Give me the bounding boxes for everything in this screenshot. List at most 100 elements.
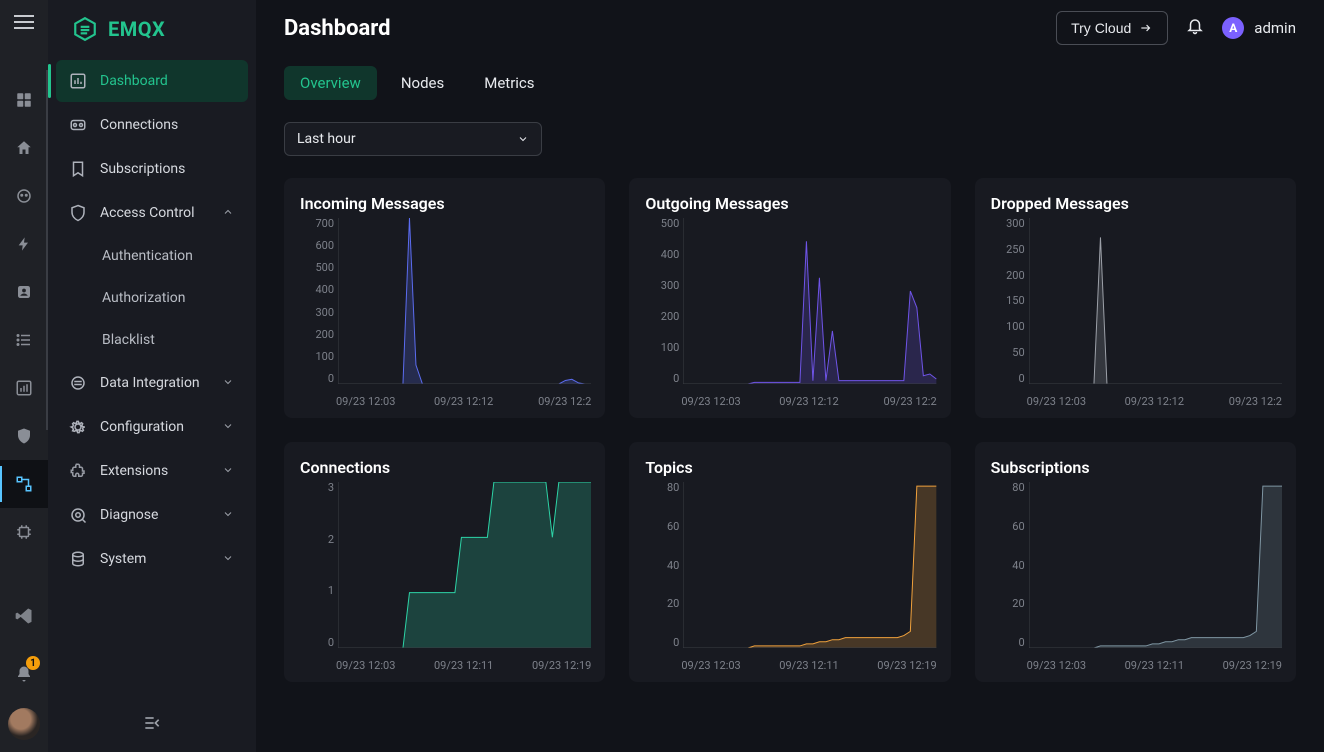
db-icon xyxy=(68,549,88,569)
chevron-down-icon xyxy=(222,376,236,390)
chart-card-dropped: Dropped Messages 300250200150100500 09/23… xyxy=(975,178,1296,418)
osbar-item-agent[interactable] xyxy=(0,172,48,220)
integ-icon xyxy=(68,373,88,393)
bell-icon[interactable] xyxy=(1186,17,1204,39)
eye-icon xyxy=(68,505,88,525)
chart-y-ticks: 3210 xyxy=(300,482,334,648)
sidebar-item-label: Dashboard xyxy=(100,73,168,89)
osbar-item-list[interactable] xyxy=(0,316,48,364)
user-name: admin xyxy=(1254,19,1296,37)
osbar-item-home[interactable] xyxy=(0,124,48,172)
sidebar-subitem-blacklist[interactable]: Blacklist xyxy=(56,320,248,360)
osbar-item-chip[interactable] xyxy=(0,508,48,556)
chart-x-ticks: 09/23 12:0309/23 12:1109/23 12:19 xyxy=(300,659,591,672)
sidebar-item-diag[interactable]: Diagnose xyxy=(56,494,248,536)
arrow-right-icon xyxy=(1139,21,1153,35)
time-range-select[interactable]: Last hour xyxy=(284,122,542,156)
os-activity-bar: 1 xyxy=(0,0,48,752)
sidebar-item-accesscontrol[interactable]: Access Control xyxy=(56,192,248,234)
chart-plot[interactable] xyxy=(1029,218,1282,384)
chart-card-subscriptions: Subscriptions 806040200 09/23 12:0309/23 … xyxy=(975,442,1296,682)
puzzle-icon xyxy=(68,461,88,481)
tab-metrics[interactable]: Metrics xyxy=(468,66,550,100)
sidebar-item-system[interactable]: System xyxy=(56,538,248,580)
osbar-item-vscode[interactable] xyxy=(0,592,48,640)
sidebar-item-dashboard[interactable]: Dashboard xyxy=(56,60,248,102)
app-sidebar: EMQX Dashboard Connections Subscriptions… xyxy=(48,0,256,752)
sidebar-item-label: Diagnose xyxy=(100,507,158,523)
chart-x-ticks: 09/23 12:0309/23 12:1209/23 12:2 xyxy=(300,395,591,408)
sidebar-collapse-button[interactable] xyxy=(48,702,256,744)
charts-grid: Incoming Messages7006005004003002001000 … xyxy=(256,156,1324,710)
chart-y-ticks: 806040200 xyxy=(991,482,1025,648)
try-cloud-button[interactable]: Try Cloud xyxy=(1056,11,1168,45)
sidebar-subitem-authz[interactable]: Authorization xyxy=(56,278,248,318)
chart-plot[interactable] xyxy=(1029,482,1282,648)
chevron-down-icon xyxy=(222,420,236,434)
chart-y-ticks: 300250200150100500 xyxy=(991,218,1025,384)
user-menu[interactable]: A admin xyxy=(1222,17,1296,39)
page-header: Dashboard Try Cloud A admin xyxy=(256,0,1324,56)
tab-overview[interactable]: Overview xyxy=(284,66,377,100)
chart-y-ticks: 7006005004003002001000 xyxy=(300,218,334,384)
chart-x-ticks: 09/23 12:0309/23 12:1209/23 12:2 xyxy=(645,395,936,408)
chart-title: Connections xyxy=(300,458,589,477)
chart-x-ticks: 09/23 12:0309/23 12:1109/23 12:19 xyxy=(645,659,936,672)
sidebar-item-label: System xyxy=(100,551,146,567)
osbar-item-flow[interactable] xyxy=(0,460,48,508)
sidebar-item-label: Extensions xyxy=(100,463,168,479)
chart-y-ticks: 806040200 xyxy=(645,482,679,648)
sidebar-item-config[interactable]: Configuration xyxy=(56,406,248,448)
brand[interactable]: EMQX xyxy=(48,16,256,60)
chevron-up-icon xyxy=(222,206,236,220)
try-cloud-label: Try Cloud xyxy=(1071,20,1131,36)
brand-name: EMQX xyxy=(108,17,165,41)
osbar-item-user[interactable] xyxy=(0,268,48,316)
chart-x-ticks: 09/23 12:0309/23 12:1109/23 12:19 xyxy=(991,659,1282,672)
user-avatar: A xyxy=(1222,17,1244,39)
chart-plot[interactable] xyxy=(683,218,936,384)
chart-card-outgoing: Outgoing Messages 5004003002001000 09/23 … xyxy=(629,178,950,418)
sidebar-item-label: Connections xyxy=(100,117,178,133)
sidebar-item-dataint[interactable]: Data Integration xyxy=(56,362,248,404)
sidebar-item-ext[interactable]: Extensions xyxy=(56,450,248,492)
chevron-down-icon xyxy=(222,464,236,478)
sidebar-item-label: Data Integration xyxy=(100,375,200,391)
link-icon xyxy=(68,115,88,135)
osbar-item-analytics[interactable] xyxy=(0,364,48,412)
sidebar-subitem-authn[interactable]: Authentication xyxy=(56,236,248,276)
chart-icon xyxy=(68,71,88,91)
nav: Dashboard Connections Subscriptions Acce… xyxy=(48,60,256,580)
chart-title: Topics xyxy=(645,458,934,477)
sidebar-item-label: Configuration xyxy=(100,419,184,435)
chart-card-connections: Connections 3210 09/23 12:0309/23 12:1109… xyxy=(284,442,605,682)
chart-plot[interactable] xyxy=(683,482,936,648)
tab-nodes[interactable]: Nodes xyxy=(385,66,460,100)
osbar-item-bolt[interactable] xyxy=(0,220,48,268)
chart-plot[interactable] xyxy=(338,482,591,648)
osbar-item-shield[interactable] xyxy=(0,412,48,460)
sidebar-item-subscriptions[interactable]: Subscriptions xyxy=(56,148,248,190)
chart-card-topics: Topics 806040200 09/23 12:0309/23 12:1109… xyxy=(629,442,950,682)
chart-title: Dropped Messages xyxy=(991,194,1280,213)
chevron-down-icon xyxy=(517,133,529,145)
chart-y-ticks: 5004003002001000 xyxy=(645,218,679,384)
gear-icon xyxy=(68,417,88,437)
hamburger-icon[interactable] xyxy=(10,8,38,36)
sidebar-item-connections[interactable]: Connections xyxy=(56,104,248,146)
tabs: OverviewNodesMetrics xyxy=(256,56,1324,100)
chart-card-incoming: Incoming Messages7006005004003002001000 … xyxy=(284,178,605,418)
chart-plot[interactable] xyxy=(338,218,591,384)
osbar-avatar[interactable] xyxy=(8,708,40,740)
chevron-down-icon xyxy=(222,552,236,566)
brand-logo-icon xyxy=(72,16,98,42)
chevron-down-icon xyxy=(222,508,236,522)
bookmark-icon xyxy=(68,159,88,179)
sidebar-item-label: Access Control xyxy=(100,205,195,221)
chart-x-ticks: 09/23 12:0309/23 12:1209/23 12:2 xyxy=(991,395,1282,408)
osbar-item-apps[interactable] xyxy=(0,76,48,124)
chart-title: Outgoing Messages xyxy=(645,194,934,213)
chart-title: Subscriptions xyxy=(991,458,1280,477)
main-content: Dashboard Try Cloud A admin OverviewNode… xyxy=(256,0,1324,752)
osbar-item-notifications[interactable]: 1 xyxy=(0,650,48,698)
